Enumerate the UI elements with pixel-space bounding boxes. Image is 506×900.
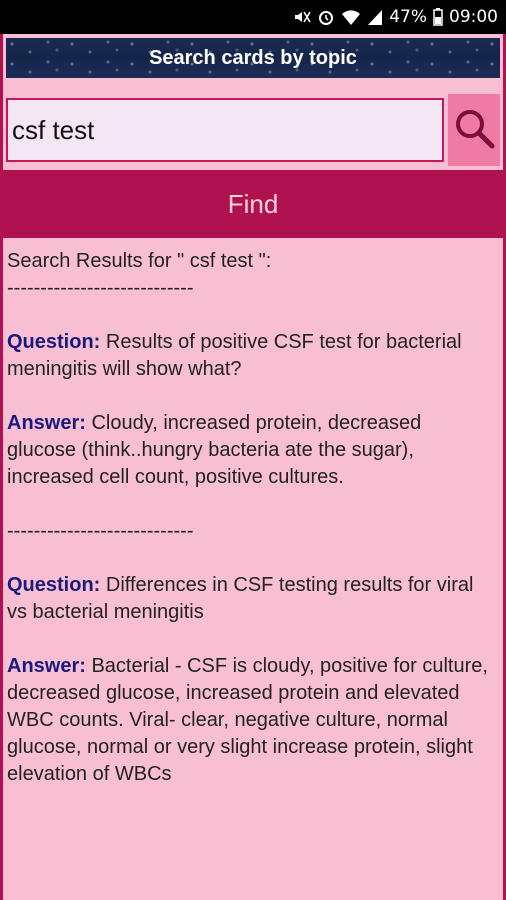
alarm-icon bbox=[317, 8, 335, 26]
question-1: Question: Results of positive CSF test f… bbox=[7, 329, 493, 383]
answer-label: Answer: bbox=[7, 412, 86, 434]
results-heading: Search Results for " csf test ": bbox=[7, 250, 272, 272]
wifi-icon bbox=[341, 8, 361, 26]
battery-percent: 47% bbox=[389, 7, 427, 27]
divider: ---------------------------- bbox=[7, 520, 194, 542]
mute-icon bbox=[293, 8, 311, 26]
divider: ---------------------------- bbox=[7, 277, 194, 299]
search-row: csf test bbox=[6, 94, 500, 166]
title-bar: Search cards by topic bbox=[6, 38, 500, 78]
search-icon bbox=[452, 106, 496, 155]
question-label: Question: bbox=[7, 574, 101, 596]
search-input[interactable]: csf test bbox=[6, 98, 444, 162]
search-results: Search Results for " csf test ": -------… bbox=[7, 248, 493, 788]
answer-label: Answer: bbox=[7, 655, 86, 677]
signal-icon bbox=[367, 8, 383, 26]
search-button[interactable] bbox=[448, 94, 500, 166]
status-bar: 47% 09:00 bbox=[0, 0, 506, 34]
battery-icon bbox=[433, 8, 443, 26]
question-2: Question: Differences in CSF testing res… bbox=[7, 572, 493, 626]
question-label: Question: bbox=[7, 331, 101, 353]
clock: 09:00 bbox=[449, 7, 498, 27]
app-window: Search cards by topic csf test Find Sear… bbox=[0, 34, 506, 900]
find-button[interactable]: Find bbox=[3, 170, 503, 238]
answer-1: Answer: Cloudy, increased protein, decre… bbox=[7, 410, 493, 491]
page-title: Search cards by topic bbox=[149, 46, 357, 69]
answer-2: Answer: Bacterial - CSF is cloudy, posit… bbox=[7, 653, 493, 788]
